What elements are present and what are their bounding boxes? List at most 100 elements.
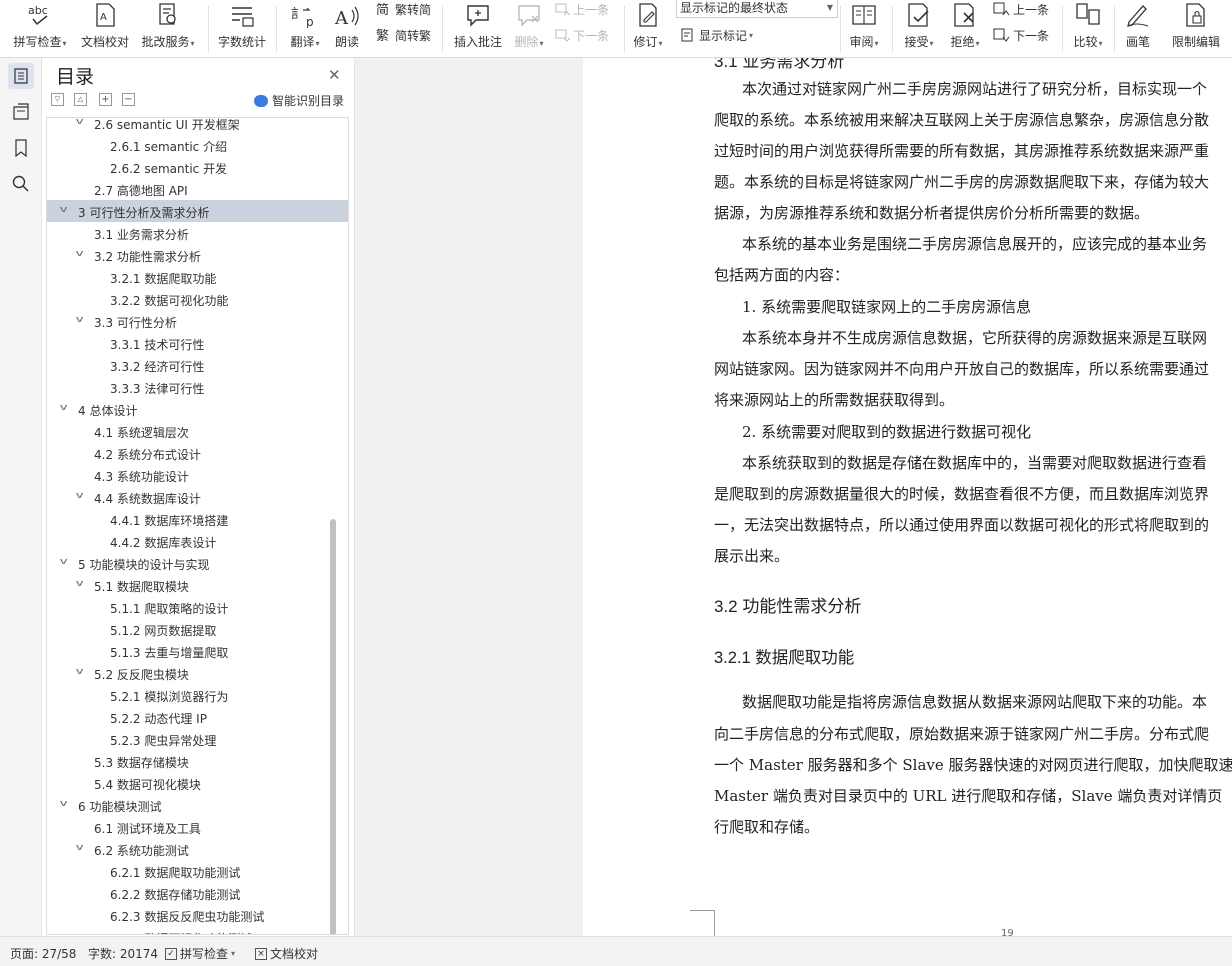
toc-nav-button[interactable] [8,63,34,89]
compare-button[interactable]: 比较▾ [1066,0,1110,58]
toc-item[interactable]: 3.3.3 法律可行性 [47,376,348,398]
word-count-indicator[interactable]: 字数: 20174 [88,945,158,962]
chevron-down-icon[interactable]: v [76,491,84,501]
ink-button[interactable]: 画笔 [1120,0,1156,58]
toc-item[interactable]: 3.2.2 数据可视化功能 [47,288,348,310]
toc-item[interactable]: 2.7 高德地图 API [47,178,348,200]
chevron-down-icon[interactable]: v [60,403,68,413]
read-aloud-button[interactable]: A 朗读 [330,0,364,58]
chevron-down-icon[interactable]: v [60,799,68,809]
spell-check-button[interactable]: abc 拼写检查▾ [10,0,70,58]
accept-button[interactable]: 接受▾ [898,0,940,58]
toc-item[interactable]: 2.6.2 semantic 开发 [47,156,348,178]
toc-item[interactable]: 3.3.2 经济可行性 [47,354,348,376]
toc-item[interactable]: 5.1.3 去重与增量爬取 [47,640,348,662]
toc-item[interactable]: v 5.2 反反爬虫模块 [47,662,348,684]
toc-item[interactable]: 4.3 系统功能设计 [47,464,348,486]
bookmark-nav-button[interactable] [8,135,34,161]
toc-item[interactable]: 5.2.1 模拟浏览器行为 [47,684,348,706]
doc-check-button[interactable]: A 文档校对 [78,0,132,58]
document-page[interactable]: 3.1 业务需求分析 本次通过对链家网广州二手房房源网站进行了研究分析，目标实现一… [583,58,1232,936]
toc-item[interactable]: 4.1 系统逻辑层次 [47,420,348,442]
insert-comment-button[interactable]: 插入批注 [450,0,506,58]
paragraph-line: 题。本系统的目标是将链家网广州二手房的房源数据爬取下来，存储为较大 [714,173,1210,191]
word-count-button[interactable]: 字数统计 [216,0,268,58]
toc-item[interactable]: v 5 功能模块的设计与实现 [47,552,348,574]
revise-button[interactable]: 修订▾ [628,0,668,58]
page-indicator[interactable]: 页面: 27/58 [10,945,76,962]
chevron-down-icon[interactable]: v [76,667,84,677]
smart-toc-button[interactable]: 智能识别目录 [254,92,344,109]
status-doc-check[interactable]: × 文档校对 [255,945,318,962]
chevron-down-icon[interactable]: v [76,843,84,853]
toc-item[interactable]: 6.2.3 数据反反爬虫功能测试 [47,904,348,926]
status-spell-check[interactable]: ✓ 拼写检查 ▾ [165,945,235,962]
toc-item[interactable]: v 4.4 系统数据库设计 [47,486,348,508]
toc-item[interactable]: 5.4 数据可视化模块 [47,772,348,794]
separator [1114,6,1115,52]
toc-item[interactable]: 5.2.2 动态代理 IP [47,706,348,728]
toc-item-label: 6.2.2 数据存储功能测试 [110,888,241,902]
review-button[interactable]: 审阅▾ [844,0,884,58]
toc-item[interactable]: 5.3 数据存储模块 [47,750,348,772]
chevron-down-icon[interactable]: v [76,579,84,589]
chapter-nav-button[interactable] [8,99,34,125]
close-icon[interactable]: ✕ [328,66,341,84]
delete-comment-button[interactable]: 删除▾ [510,0,548,58]
toc-item[interactable]: 6.2.2 数据存储功能测试 [47,882,348,904]
toc-item[interactable]: v 3.3 可行性分析 [47,310,348,332]
chevron-down-icon[interactable]: v [60,557,68,567]
toc-item[interactable]: 3.1 业务需求分析 [47,222,348,244]
next-change-label: 下一条 [1013,28,1050,43]
chevron-down-icon: ▼ [826,3,833,12]
translate-button[interactable]: 訁p 翻译▾ [284,0,326,58]
next-change-button[interactable]: 下一条 [992,24,1049,46]
remove-heading-button[interactable]: − [122,93,135,106]
paragraph-line: 过短时间的用户浏览获得所需要的所有数据，其房源推荐系统数据来源严重 [714,142,1210,160]
toc-item[interactable]: 4.2 系统分布式设计 [47,442,348,464]
chevron-down-icon[interactable]: v [60,205,68,215]
toc-item[interactable]: 3.2.1 数据爬取功能 [47,266,348,288]
toc-item[interactable]: 5.2.3 爬虫异常处理 [47,728,348,750]
trad-to-simp-button[interactable]: 简繁转简 [376,0,431,20]
toc-item[interactable]: 6.2.4 数据可视化功能测试 [47,926,348,934]
chevron-down-icon[interactable]: v [76,249,84,259]
toc-item[interactable]: v 2.6 semantic UI 开发框架 [47,118,348,134]
toc-item-label: 3.3.1 技术可行性 [110,338,205,352]
scrollbar-thumb[interactable] [330,519,336,934]
toc-item[interactable]: v 6.2 系统功能测试 [47,838,348,860]
toc-item[interactable]: v 6 功能模块测试 [47,794,348,816]
chevron-down-icon: ▽ [54,95,61,103]
toc-item[interactable]: v 4 总体设计 [47,398,348,420]
toc-item[interactable]: 5.1.1 爬取策略的设计 [47,596,348,618]
reject-button[interactable]: 拒绝▾ [944,0,986,58]
collapse-all-button[interactable]: ▽ [51,93,64,106]
toc-item[interactable]: 2.6.1 semantic 介绍 [47,134,348,156]
toc-item[interactable]: v 5.1 数据爬取模块 [47,574,348,596]
toc-item[interactable]: 3.3.1 技术可行性 [47,332,348,354]
toc-item[interactable]: v 3.2 功能性需求分析 [47,244,348,266]
next-comment-button[interactable]: 下一条 [554,24,609,46]
toc-item[interactable]: 5.1.2 网页数据提取 [47,618,348,640]
batch-service-button[interactable]: 批改服务▾ [136,0,200,58]
toc-item-label: 3.2.1 数据爬取功能 [110,272,217,286]
search-nav-button[interactable] [8,171,34,197]
batch-service-icon [159,3,176,25]
prev-change-button[interactable]: 上一条 [992,0,1049,20]
add-heading-button[interactable]: + [99,93,112,106]
expand-all-button[interactable]: △ [74,93,87,106]
toc-item[interactable]: v 3 可行性分析及需求分析 [47,200,348,222]
show-markup-button[interactable]: 显示标记 ▾ [680,24,753,46]
toc-item[interactable]: 4.4.2 数据库表设计 [47,530,348,552]
markup-state-select[interactable]: 显示标记的最终状态 ▼ [676,0,838,18]
paragraph-line: 展示出来。 [714,547,790,565]
chevron-down-icon[interactable]: v [76,315,84,325]
restrict-edit-button[interactable]: 限制编辑 [1168,0,1224,58]
toc-item[interactable]: 6.2.1 数据爬取功能测试 [47,860,348,882]
simp-to-trad-button[interactable]: 繁简转繁 [376,24,431,46]
chevron-down-icon[interactable]: v [76,118,84,127]
toc-item[interactable]: 4.4.1 数据库环境搭建 [47,508,348,530]
toc-item[interactable]: 6.1 测试环境及工具 [47,816,348,838]
prev-comment-button[interactable]: 上一条 [554,0,609,20]
toc-item-label: 6.2.3 数据反反爬虫功能测试 [110,910,265,924]
